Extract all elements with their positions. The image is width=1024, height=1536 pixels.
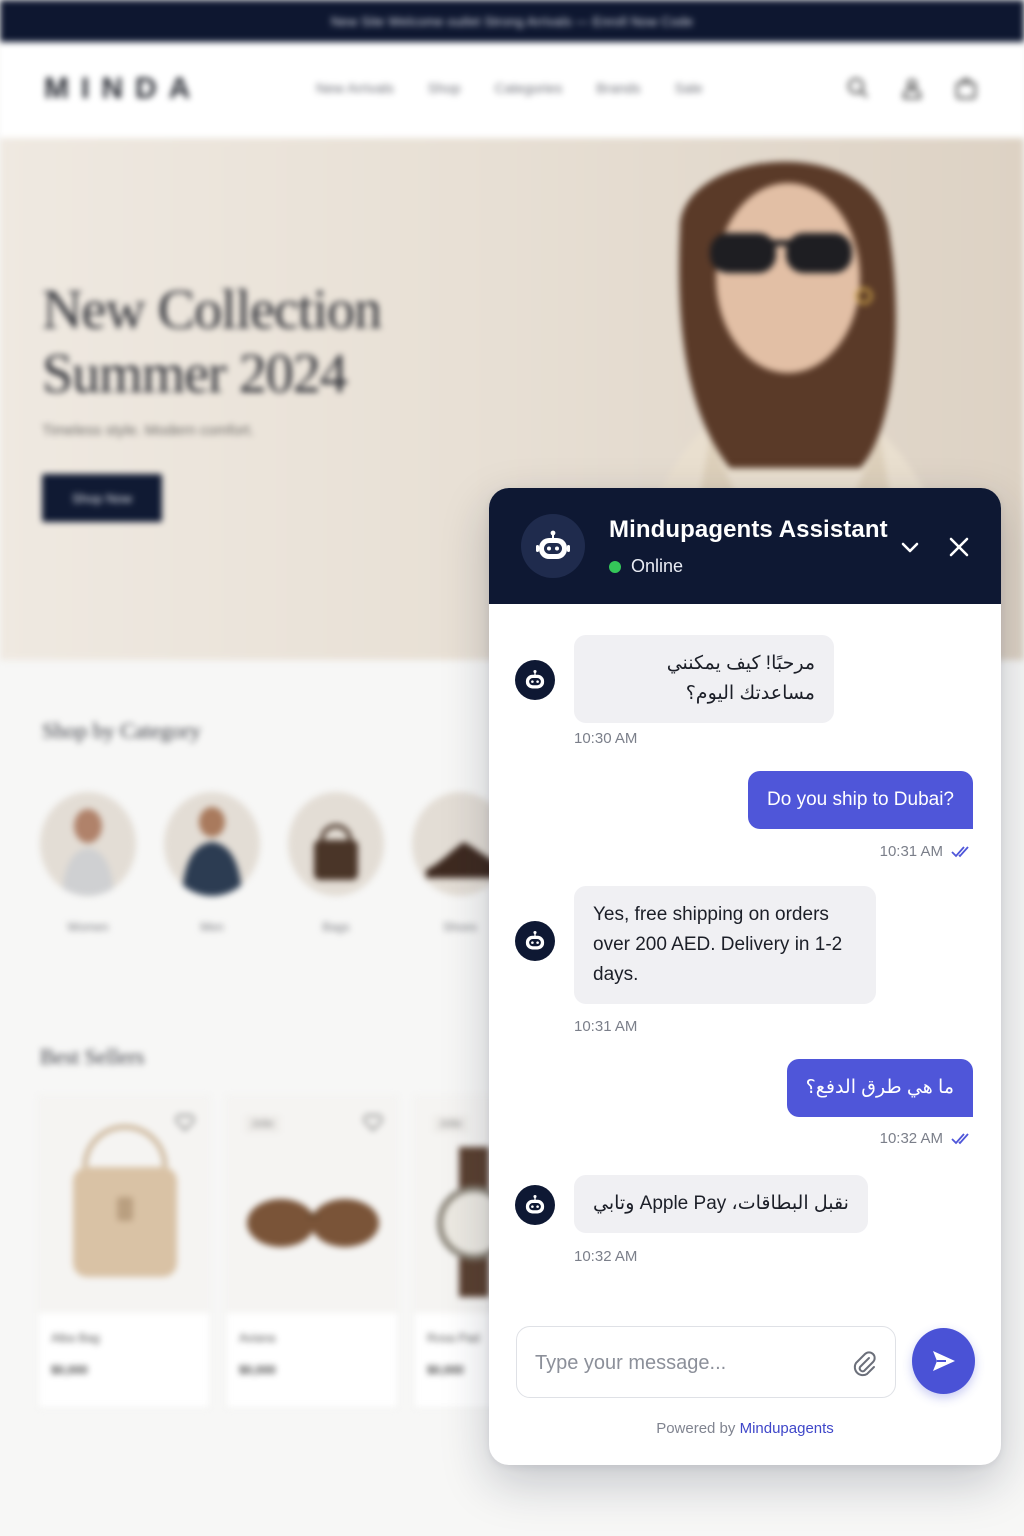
shop-now-button[interactable]: Shop Now — [42, 474, 162, 522]
top-navigation: MINDA New Arrivals Shop Categories Brand… — [0, 42, 1024, 138]
cart-icon[interactable] — [954, 76, 978, 100]
user-message: ما هي طرق الدفع؟ — [786, 1059, 973, 1117]
paperclip-icon[interactable] — [849, 1349, 879, 1379]
send-icon — [932, 1351, 955, 1371]
chat-widget: Mindupagents Assistant Online مرحبًا! كي… — [489, 488, 1001, 1465]
message-timestamp: 10:31 AM — [574, 1018, 638, 1035]
nav-link-shop[interactable]: Shop — [428, 80, 461, 96]
category-list: Women Men Bags Shoes — [40, 792, 508, 934]
store-logo[interactable]: MINDA — [44, 72, 202, 106]
message-input[interactable] — [535, 1345, 835, 1381]
nav-links: New Arrivals Shop Categories Brands Sale — [316, 80, 703, 96]
bot-avatar — [515, 1185, 555, 1225]
bot-message: نقبل البطاقات، Apple Pay وتابي — [574, 1175, 868, 1233]
powered-by-brand-link[interactable]: Mindupagents — [740, 1420, 834, 1437]
product-card[interactable]: Jolie Aviana $0,000 — [226, 1096, 398, 1408]
double-check-icon — [951, 1132, 969, 1144]
heart-icon[interactable] — [363, 1113, 383, 1131]
assistant-avatar — [521, 514, 585, 578]
powered-by: Powered by Mindupagents — [656, 1420, 834, 1437]
status-dot — [609, 560, 621, 573]
message-timestamp: 10:32 AM — [574, 1248, 638, 1265]
bot-message: مرحبًا! كيف يمكنني مساعدتك اليوم؟ — [574, 635, 834, 723]
chat-title: Mindupagents Assistant — [609, 516, 888, 543]
robot-icon — [525, 669, 545, 689]
message-timestamp: 10:32 AM — [880, 1130, 973, 1147]
send-button[interactable] — [912, 1328, 975, 1394]
category-bags[interactable]: Bags — [288, 792, 384, 934]
announcement-text: New Site Welcome outlet Strong Arrivals … — [330, 13, 694, 29]
product-card[interactable]: Alba Bag $0,000 — [38, 1096, 210, 1408]
message-input-container — [516, 1326, 896, 1398]
nav-icons — [846, 76, 978, 100]
account-icon[interactable] — [900, 76, 924, 100]
heart-icon[interactable] — [175, 1113, 195, 1131]
bestsellers-heading: Best Sellers — [40, 1044, 145, 1069]
chat-header: Mindupagents Assistant Online — [489, 488, 1001, 604]
categories-heading: Shop by Category — [42, 718, 201, 743]
robot-icon — [536, 530, 570, 559]
announcement-bar: New Site Welcome outlet Strong Arrivals … — [0, 0, 1024, 42]
close-icon — [949, 537, 969, 557]
double-check-icon — [951, 845, 969, 857]
bot-avatar — [515, 660, 555, 700]
user-message: Do you ship to Dubai? — [748, 771, 973, 829]
chevron-down-icon — [901, 542, 919, 553]
nav-link-sale[interactable]: Sale — [675, 80, 703, 96]
robot-icon — [525, 1194, 545, 1214]
message-timestamp: 10:30 AM — [574, 730, 638, 747]
minimize-button[interactable] — [895, 532, 925, 562]
category-women[interactable]: Women — [40, 792, 136, 934]
nav-link-brands[interactable]: Brands — [596, 80, 640, 96]
robot-icon — [525, 930, 545, 950]
close-button[interactable] — [944, 532, 974, 562]
nav-link-categories[interactable]: Categories — [495, 80, 563, 96]
status-text: Online — [631, 556, 684, 576]
message-timestamp: 10:31 AM — [880, 843, 973, 860]
bot-avatar — [515, 921, 555, 961]
hero-subtitle: Timeless style. Modern comfort. — [42, 422, 254, 439]
nav-link-new-arrivals[interactable]: New Arrivals — [316, 80, 394, 96]
online-status: Online — [609, 556, 683, 577]
bot-message: Yes, free shipping on orders over 200 AE… — [574, 886, 876, 1004]
hero-title: New Collection Summer 2024 — [42, 279, 382, 405]
search-icon[interactable] — [846, 76, 870, 100]
category-men[interactable]: Men — [164, 792, 260, 934]
